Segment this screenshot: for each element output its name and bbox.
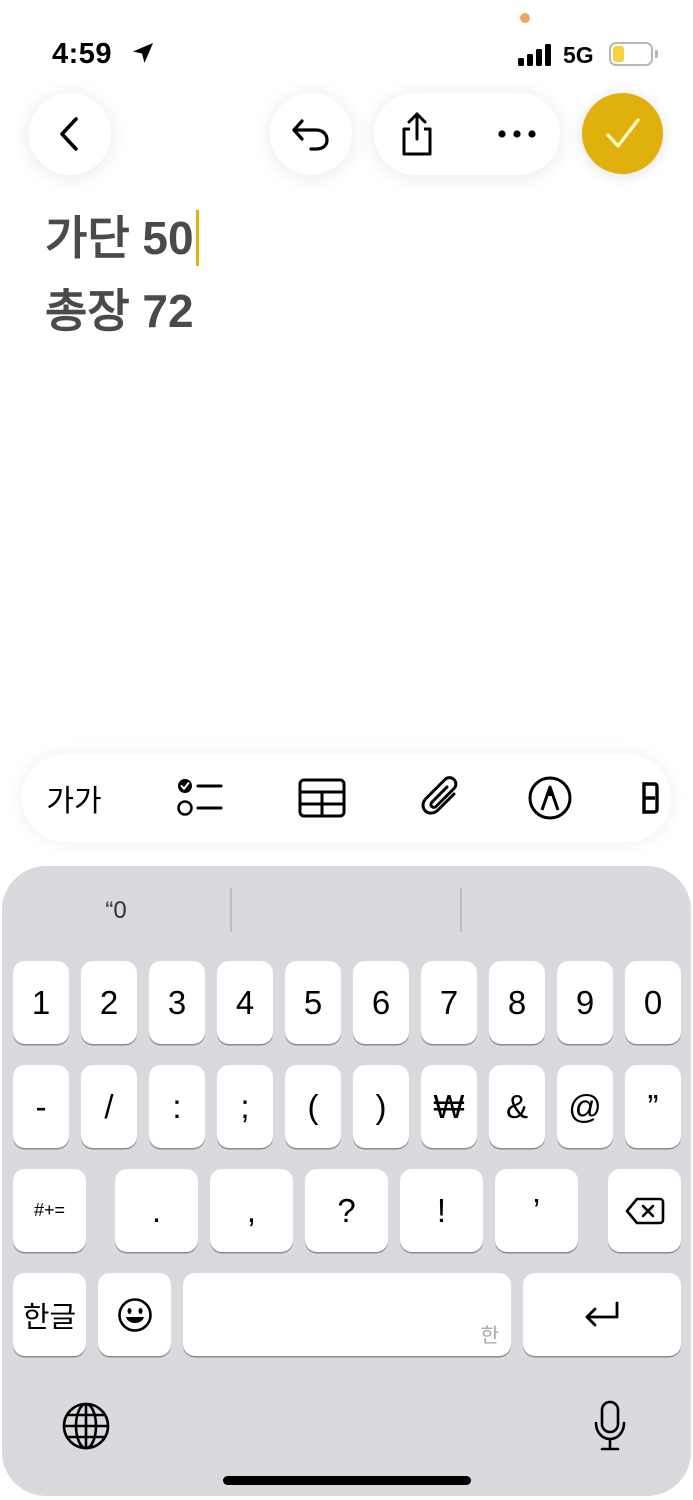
done-button[interactable] bbox=[582, 93, 663, 174]
key-1[interactable]: 1 bbox=[13, 961, 69, 1044]
key-exclamation[interactable]: ! bbox=[400, 1169, 483, 1252]
note-line[interactable]: 총장 72 bbox=[45, 283, 199, 356]
key-open-paren[interactable]: ( bbox=[285, 1065, 341, 1148]
space-key-hint: 한 bbox=[480, 1325, 499, 1347]
battery-icon bbox=[609, 42, 653, 66]
dictation-button[interactable] bbox=[582, 1396, 638, 1456]
key-question[interactable]: ? bbox=[305, 1169, 388, 1252]
note-line-text: 총장 72 bbox=[45, 285, 194, 337]
more-symbols-key[interactable]: #+= bbox=[13, 1169, 86, 1252]
key-apostrophe[interactable]: ’ bbox=[495, 1169, 578, 1252]
checklist-button[interactable] bbox=[158, 754, 242, 842]
suggestion-2[interactable] bbox=[232, 888, 460, 934]
backspace-icon bbox=[625, 1197, 664, 1224]
key-ampersand[interactable]: & bbox=[489, 1065, 545, 1148]
more-button[interactable] bbox=[476, 93, 558, 175]
key-6[interactable]: 6 bbox=[353, 961, 409, 1044]
chevron-left-icon bbox=[60, 117, 78, 151]
location-arrow-icon bbox=[133, 43, 153, 63]
space-key[interactable]: 한 bbox=[183, 1273, 511, 1356]
globe-button[interactable] bbox=[58, 1398, 114, 1454]
ellipsis-icon bbox=[498, 130, 536, 138]
delete-key[interactable] bbox=[608, 1169, 681, 1252]
cellular-signal-icon bbox=[518, 44, 554, 66]
more-format-button[interactable] bbox=[640, 754, 671, 842]
network-type: 5G bbox=[563, 42, 594, 68]
more-partial-icon bbox=[642, 782, 659, 814]
markup-button[interactable] bbox=[508, 754, 592, 842]
key-9[interactable]: 9 bbox=[557, 961, 613, 1044]
table-button[interactable] bbox=[280, 754, 364, 842]
share-more-group bbox=[374, 93, 560, 175]
key-7[interactable]: 7 bbox=[421, 961, 477, 1044]
format-toolbar: 가가 bbox=[22, 754, 671, 842]
undo-button[interactable] bbox=[270, 93, 352, 175]
return-icon bbox=[585, 1301, 619, 1326]
share-icon bbox=[402, 112, 432, 156]
note-line-text: 가단 50 bbox=[45, 212, 194, 264]
text-cursor bbox=[195, 210, 199, 266]
back-button[interactable] bbox=[29, 93, 111, 175]
emoji-key[interactable] bbox=[98, 1273, 171, 1356]
table-icon bbox=[298, 778, 346, 818]
text-style-label: 가가 bbox=[46, 785, 102, 818]
text-style-button[interactable]: 가가 bbox=[32, 754, 116, 842]
key-won[interactable]: ₩ bbox=[421, 1065, 477, 1148]
key-slash[interactable]: / bbox=[81, 1065, 137, 1148]
key-colon[interactable]: : bbox=[149, 1065, 205, 1148]
battery-cap bbox=[655, 50, 658, 58]
emoji-icon bbox=[117, 1297, 152, 1332]
key-0[interactable]: 0 bbox=[625, 961, 681, 1044]
key-5[interactable]: 5 bbox=[285, 961, 341, 1044]
key-3[interactable]: 3 bbox=[149, 961, 205, 1044]
globe-icon bbox=[62, 1402, 110, 1450]
battery-level bbox=[613, 46, 624, 62]
status-time: 4:59 bbox=[52, 38, 113, 70]
return-key[interactable] bbox=[523, 1273, 681, 1356]
key-close-paren[interactable]: ) bbox=[353, 1065, 409, 1148]
key-4[interactable]: 4 bbox=[217, 961, 273, 1044]
key-at[interactable]: @ bbox=[557, 1065, 613, 1148]
keyboard: “0 1 2 3 4 5 6 7 8 9 0 - / : ; ( ) ₩ & @… bbox=[2, 866, 691, 1496]
key-comma[interactable]: , bbox=[210, 1169, 293, 1252]
note-line[interactable]: 가단 50 bbox=[45, 210, 199, 283]
undo-icon bbox=[292, 119, 329, 151]
microphone-icon bbox=[594, 1400, 626, 1451]
share-button[interactable] bbox=[376, 93, 458, 175]
key-2[interactable]: 2 bbox=[81, 961, 137, 1044]
checkmark-icon bbox=[605, 117, 640, 148]
language-mode-key[interactable]: 한글 bbox=[13, 1273, 86, 1356]
key-quote[interactable]: ” bbox=[625, 1065, 681, 1148]
key-period[interactable]: . bbox=[115, 1169, 198, 1252]
key-semicolon[interactable]: ; bbox=[217, 1065, 273, 1148]
suggestion-1[interactable]: “0 bbox=[2, 888, 230, 934]
note-body[interactable]: 가단 50 총장 72 bbox=[45, 210, 199, 356]
key-hyphen[interactable]: - bbox=[13, 1065, 69, 1148]
key-8[interactable]: 8 bbox=[489, 961, 545, 1044]
attachment-button[interactable] bbox=[400, 754, 484, 842]
suggestion-3[interactable] bbox=[462, 888, 690, 934]
camera-indicator-dot bbox=[520, 13, 530, 23]
home-indicator[interactable] bbox=[223, 1476, 471, 1485]
paperclip-icon bbox=[421, 776, 458, 815]
markup-pen-icon bbox=[528, 776, 572, 820]
checklist-icon bbox=[177, 779, 223, 816]
